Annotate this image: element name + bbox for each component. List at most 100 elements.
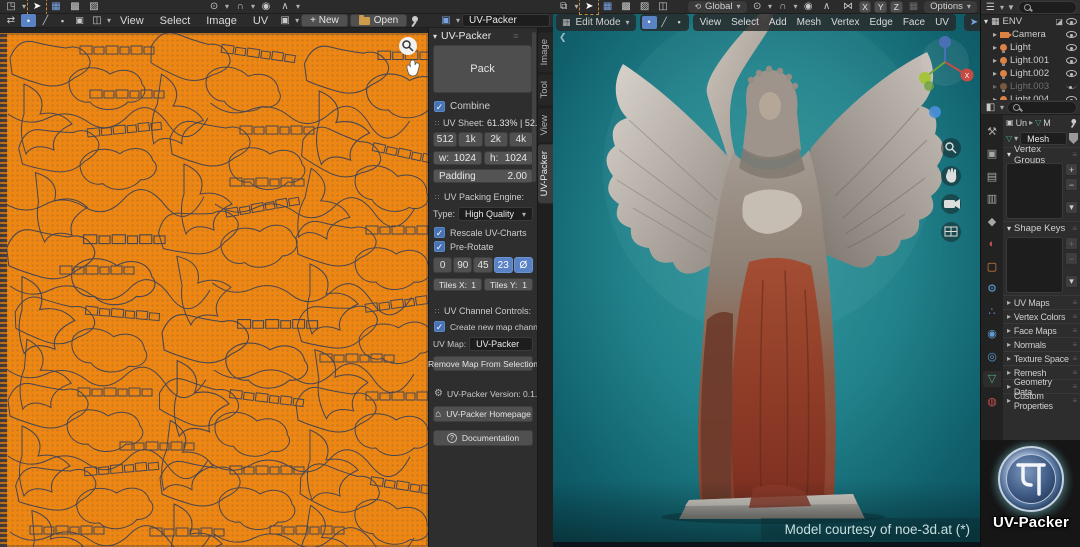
menu-view[interactable]: View — [113, 15, 151, 27]
panel-normals[interactable]: ▸ Normals≡ — [1003, 337, 1080, 351]
image-datablock-icon[interactable]: ▣ — [438, 14, 454, 27]
documentation-button[interactable]: ? Documentation — [433, 430, 533, 446]
homepage-button[interactable]: ⌂ UV-Packer Homepage — [433, 406, 533, 422]
eye-icon[interactable] — [1066, 44, 1077, 51]
uv-select-island-icon[interactable]: ▣ — [72, 14, 87, 27]
select-subtract-icon[interactable]: ▨ — [637, 0, 652, 13]
rotate-0-button[interactable]: 0 — [433, 257, 452, 273]
tab-tool[interactable]: ⚒ — [983, 123, 1001, 139]
width-field[interactable]: w:1024 — [433, 151, 482, 165]
sticky-select-icon[interactable]: ◫ — [89, 14, 105, 27]
tab-image[interactable]: Image — [538, 32, 553, 72]
tiles-x-field[interactable]: Tiles X:1 — [433, 278, 482, 291]
disclosure-triangle-icon[interactable]: ▾ — [984, 17, 988, 26]
uv-sync-select-icon[interactable]: ⇄ — [3, 14, 19, 27]
rotate-45-button[interactable]: 45 — [473, 257, 492, 273]
panel-uv-maps[interactable]: ▸ UV Maps≡ — [1003, 295, 1080, 309]
select-extend-icon[interactable]: ▩ — [618, 0, 633, 13]
properties-editor-type-icon[interactable]: ◧ — [984, 101, 997, 114]
tab-material[interactable]: ◍ — [983, 393, 1001, 409]
combine-checkbox[interactable]: ✓ Combine — [434, 101, 490, 112]
panel-options-icon[interactable]: ≡ — [513, 31, 518, 41]
outliner-item-light[interactable]: ▸ Light — [981, 41, 1080, 54]
outliner-editor-type-icon[interactable]: ☰ — [984, 1, 997, 14]
tab-object[interactable]: ▢ — [983, 258, 1001, 274]
vertex-groups-panel-header[interactable]: ▾ Vertex Groups ≡ — [1003, 147, 1080, 161]
remove-map-button[interactable]: Remove Map From Selection — [433, 356, 533, 371]
uv-select-vertex-icon[interactable]: • — [21, 14, 36, 27]
tweak-tool-icon[interactable]: ➤ — [29, 0, 45, 13]
remove-vertex-group-button[interactable]: − — [1065, 178, 1078, 191]
tab-tool[interactable]: Tool — [538, 74, 553, 105]
image-name-field[interactable]: UV-Packer — [462, 14, 550, 27]
panel-vertex-colors[interactable]: ▸ Vertex Colors≡ — [1003, 309, 1080, 323]
menu-select[interactable]: Select — [726, 17, 764, 28]
tab-object-data[interactable]: ▽ — [983, 371, 1001, 387]
outliner-item-light003[interactable]: ▸ Light.003 — [981, 80, 1080, 93]
quality-dropdown[interactable]: High Quality ▾ — [458, 207, 533, 221]
eye-icon[interactable] — [1066, 70, 1077, 77]
disclosure-triangle-icon[interactable]: ▸ — [993, 69, 997, 78]
rotate-23-button[interactable]: 23 — [494, 257, 513, 273]
add-shape-key-button[interactable]: + — [1065, 237, 1078, 250]
outliner-item-light001[interactable]: ▸ Light.001 — [981, 54, 1080, 67]
image-browse-icon[interactable]: ▣ — [277, 14, 293, 27]
exclude-checkbox-icon[interactable]: ◪ — [1055, 17, 1063, 26]
snap-grid-icon[interactable]: ▦ — [906, 0, 921, 13]
breadcrumb-data[interactable]: M — [1043, 118, 1051, 128]
select-intersect-icon[interactable]: ◫ — [655, 0, 670, 13]
eye-closed-icon[interactable] — [1066, 84, 1077, 89]
uv-map-name-field[interactable]: UV-Packer — [469, 337, 533, 351]
rotate-free-button[interactable]: Ø — [514, 257, 533, 273]
tab-scene[interactable]: ◆ — [983, 213, 1001, 229]
tab-render[interactable]: ▣ — [983, 146, 1001, 162]
vertex-group-specials-icon[interactable]: ▾ — [1065, 201, 1078, 214]
menu-view[interactable]: View — [695, 17, 727, 28]
snap-magnet-icon[interactable]: ∩ — [775, 0, 790, 13]
tab-particles[interactable]: ∴ — [983, 303, 1001, 319]
tab-output[interactable]: ▤ — [983, 168, 1001, 184]
create-channel-checkbox[interactable]: ✓ Create new map channel — [434, 321, 545, 332]
select-extend-icon[interactable]: ▩ — [67, 0, 83, 13]
uv-editor-type-icon[interactable]: ◳ — [3, 0, 19, 13]
menu-add[interactable]: Add — [764, 17, 792, 28]
outliner-search-input[interactable] — [1018, 1, 1077, 14]
padding-slider[interactable]: Padding2.00 — [433, 169, 533, 183]
menu-image[interactable]: Image — [199, 15, 244, 27]
outliner-item-light002[interactable]: ▸ Light.002 — [981, 67, 1080, 80]
proportional-edit-icon[interactable]: ◉ — [800, 0, 815, 13]
tab-modifiers[interactable]: ⚙ — [983, 281, 1001, 297]
tab-constraints[interactable]: ◎ — [983, 348, 1001, 364]
vertex-groups-list[interactable] — [1006, 163, 1063, 219]
pack-button[interactable]: Pack — [433, 45, 532, 93]
filter-icon[interactable]: ▼ — [1007, 3, 1015, 12]
mirror-y-button[interactable]: Y — [874, 1, 887, 13]
shape-keys-list[interactable] — [1006, 237, 1063, 293]
menu-vertex[interactable]: Vertex — [826, 17, 864, 28]
open-image-button[interactable]: Open — [350, 14, 407, 27]
snap-magnet-icon[interactable]: ∩ — [232, 0, 248, 13]
mode-dropdown[interactable]: ▦ Edit Mode ▾ — [556, 14, 636, 31]
collection-row-env[interactable]: ▾ ▦ ENV ◪ — [981, 15, 1080, 28]
size-512-button[interactable]: 512 — [433, 132, 457, 147]
pivot-point-icon[interactable]: ⊙ — [206, 0, 222, 13]
eye-icon[interactable] — [1066, 31, 1077, 38]
rotate-90-button[interactable]: 90 — [453, 257, 472, 273]
disclosure-triangle-icon[interactable]: ▸ — [993, 30, 997, 39]
properties-search-input[interactable] — [1007, 101, 1077, 114]
select-subtract-icon[interactable]: ▨ — [86, 0, 102, 13]
menu-uv[interactable]: UV — [930, 17, 954, 28]
orientation-dropdown[interactable]: ⟲ Global ▾ — [688, 1, 746, 13]
rescale-checkbox[interactable]: ✓ Rescale UV-Charts — [434, 227, 527, 238]
tab-view[interactable]: View — [538, 108, 553, 142]
menu-face[interactable]: Face — [898, 17, 930, 28]
pin-icon[interactable] — [409, 15, 419, 27]
height-field[interactable]: h:1024 — [484, 151, 533, 165]
menu-mesh[interactable]: Mesh — [792, 17, 826, 28]
face-select-icon[interactable]: ▪ — [672, 16, 687, 29]
panel-title-row[interactable]: ▾ UV-Packer ≡ — [433, 30, 518, 42]
pivot-point-icon[interactable]: ⊙ — [750, 0, 765, 13]
select-box-icon[interactable]: ▦ — [600, 0, 615, 13]
panel-face-maps[interactable]: ▸ Face Maps≡ — [1003, 323, 1080, 337]
disclosure-triangle-icon[interactable]: ▸ — [993, 43, 997, 52]
